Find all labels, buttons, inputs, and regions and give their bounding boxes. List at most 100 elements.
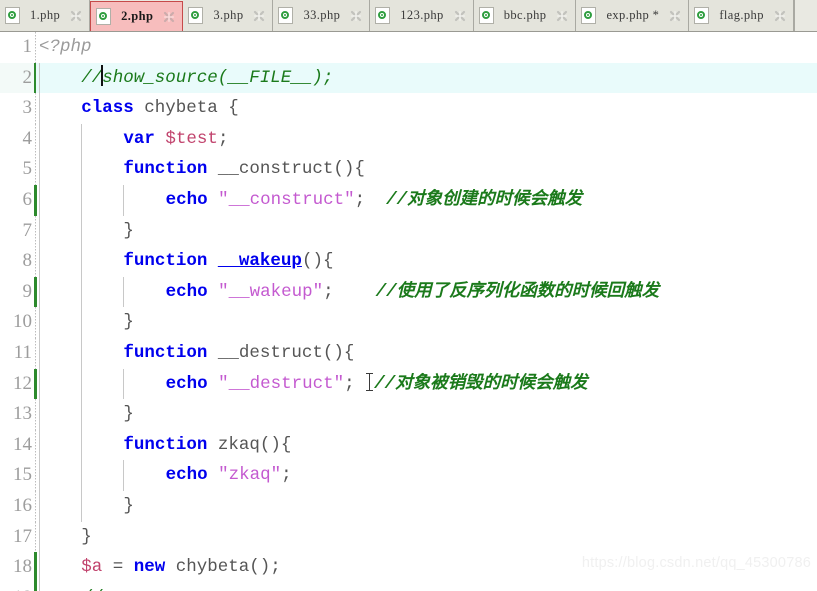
code-editor-area[interactable]: 1 <?php 2//show_source(__FILE__); 3 class ch… <box>0 32 817 591</box>
token-plain: __construct(){ <box>207 159 365 180</box>
code-line-content[interactable]: } <box>36 307 817 338</box>
code-line-content[interactable]: <?php <box>36 32 817 63</box>
token-str: "__wakeup" <box>218 281 324 302</box>
token-php: <?php <box>39 37 92 57</box>
code-line-content[interactable]: } <box>36 490 817 522</box>
code-line[interactable]: 11 function __destruct(){ <box>0 337 817 369</box>
code-line[interactable]: 5 function __construct(){ <box>0 154 817 185</box>
close-icon[interactable] <box>253 10 265 22</box>
editor-tab-flag-php[interactable]: flag.php <box>689 0 794 31</box>
code-line[interactable]: 8 function __wakeup(){ <box>0 246 817 277</box>
code-tokens: class chybeta { <box>39 93 239 124</box>
code-line-content[interactable]: echo "__construct"; //对象创建的时候会触发 <box>36 184 817 216</box>
code-tokens: var $test; <box>39 124 228 155</box>
close-icon[interactable] <box>669 10 681 22</box>
editor-tab-1-php[interactable]: 1.php <box>0 0 91 31</box>
code-tokens: echo "__construct"; //对象创建的时候会触发 <box>39 185 583 216</box>
code-line[interactable]: 13} <box>0 399 817 430</box>
code-line-content[interactable]: function __wakeup(){ <box>36 246 817 277</box>
code-tokens: } <box>39 216 134 247</box>
line-number: 6 <box>0 184 37 216</box>
token-plain: = <box>102 557 134 578</box>
code-line-content[interactable]: // <box>36 582 817 591</box>
code-line-content[interactable]: function __construct(){ <box>36 154 817 185</box>
editor-tab-bbc-php[interactable]: bbc.php <box>473 0 577 31</box>
close-icon[interactable] <box>556 10 568 22</box>
token-punct: ; <box>217 128 229 149</box>
code-tokens: function __wakeup(){ <box>39 246 333 277</box>
token-plain: chybeta { <box>133 98 239 119</box>
code-line[interactable]: 6 echo "__construct"; //对象创建的时候会触发 <box>0 184 817 216</box>
code-line-content[interactable]: echo "__destruct"; //对象被销毁的时候会触发 <box>36 368 817 400</box>
code-line-content[interactable]: $a = new chybeta(); <box>36 552 817 583</box>
token-cmt-b: //对象创建的时候会触发 <box>386 189 583 210</box>
code-line-content[interactable]: function zkaq(){ <box>36 429 817 461</box>
code-line[interactable]: 18 $a = new chybeta(); <box>0 552 817 583</box>
code-line[interactable]: 7} <box>0 215 817 247</box>
code-line[interactable]: 15 echo "zkaq"; <box>0 460 817 491</box>
code-tokens: function __destruct(){ <box>39 338 354 369</box>
code-line-content[interactable]: } <box>36 215 817 247</box>
code-tokens: function __construct(){ <box>39 154 365 185</box>
code-line[interactable]: 9 echo "__wakeup"; //使用了反序列化函数的时候回触发 <box>0 276 817 308</box>
token-plain: chybeta(); <box>165 557 281 578</box>
code-line-content[interactable]: function __destruct(){ <box>36 337 817 369</box>
editor-tab-label: bbc.php <box>503 8 547 22</box>
editor-tab-exp-php[interactable]: exp.php * <box>576 0 690 31</box>
token-punct: ; <box>354 189 387 210</box>
editor-tab-123-php[interactable]: 123.php <box>370 0 474 31</box>
code-line-content[interactable]: class chybeta { <box>36 93 817 124</box>
token-punct: ; <box>323 281 376 302</box>
close-icon[interactable] <box>774 10 786 22</box>
editor-tab-label: exp.php * <box>606 8 660 22</box>
editor-tab-label: 123.php <box>400 8 444 22</box>
code-line[interactable]: 3 class chybeta { <box>0 93 817 124</box>
code-line-content[interactable]: echo "__wakeup"; //使用了反序列化函数的时候回触发 <box>36 276 817 308</box>
code-tokens: // <box>39 583 102 591</box>
code-line[interactable]: 1 <?php <box>0 32 817 63</box>
close-icon[interactable] <box>70 10 82 22</box>
line-number: 9 <box>0 276 37 308</box>
code-line[interactable]: 12 echo "__destruct"; //对象被销毁的时候会触发 <box>0 368 817 400</box>
token-magic: __wakeup <box>217 251 302 272</box>
line-number: 16 <box>0 490 36 522</box>
ibeam-cursor-icon <box>365 372 374 391</box>
line-number: 14 <box>0 429 36 461</box>
token-kw: function <box>123 342 208 363</box>
token-var: $test <box>165 128 218 149</box>
editor-tab-2-php[interactable]: 2.php <box>90 1 184 31</box>
close-icon[interactable] <box>454 10 466 22</box>
code-line-content[interactable]: //show_source(__FILE__); <box>36 62 817 94</box>
line-number: 4 <box>0 123 36 155</box>
php-file-icon <box>96 8 112 25</box>
editor-tab-label: 3.php <box>213 8 244 22</box>
code-tokens: echo "__wakeup"; //使用了反序列化函数的时候回触发 <box>39 277 660 308</box>
code-tokens: } <box>39 399 134 430</box>
code-line[interactable]: 17} <box>0 521 817 553</box>
token-plain: } <box>123 312 134 333</box>
editor-tab-33-php[interactable]: 33.php <box>273 0 371 31</box>
code-line-list: 1 <?php 2//show_source(__FILE__); 3 class ch… <box>0 32 817 591</box>
code-line-content[interactable]: var $test; <box>36 123 817 155</box>
code-line[interactable]: 2//show_source(__FILE__); <box>0 62 817 94</box>
code-line-content[interactable]: } <box>36 399 817 430</box>
code-line[interactable]: 19// <box>0 582 817 591</box>
code-line[interactable]: 16} <box>0 490 817 522</box>
code-tokens: } <box>39 307 134 338</box>
code-line-content[interactable]: echo "zkaq"; <box>36 460 817 491</box>
token-cmt-b: //使用了反序列化函数的时候回触发 <box>375 281 660 302</box>
close-icon[interactable] <box>350 10 362 22</box>
code-line[interactable]: 4 var $test; <box>0 123 817 155</box>
php-file-icon <box>478 7 494 24</box>
code-line-content[interactable]: } <box>36 521 817 553</box>
token-kw: var <box>123 128 155 149</box>
editor-tab-3-php[interactable]: 3.php <box>183 0 274 31</box>
close-icon[interactable] <box>163 11 175 23</box>
code-line[interactable]: 14 function zkaq(){ <box>0 429 817 461</box>
code-tokens: echo "zkaq"; <box>39 460 292 491</box>
code-line[interactable]: 10} <box>0 307 817 338</box>
php-file-icon <box>5 7 20 24</box>
